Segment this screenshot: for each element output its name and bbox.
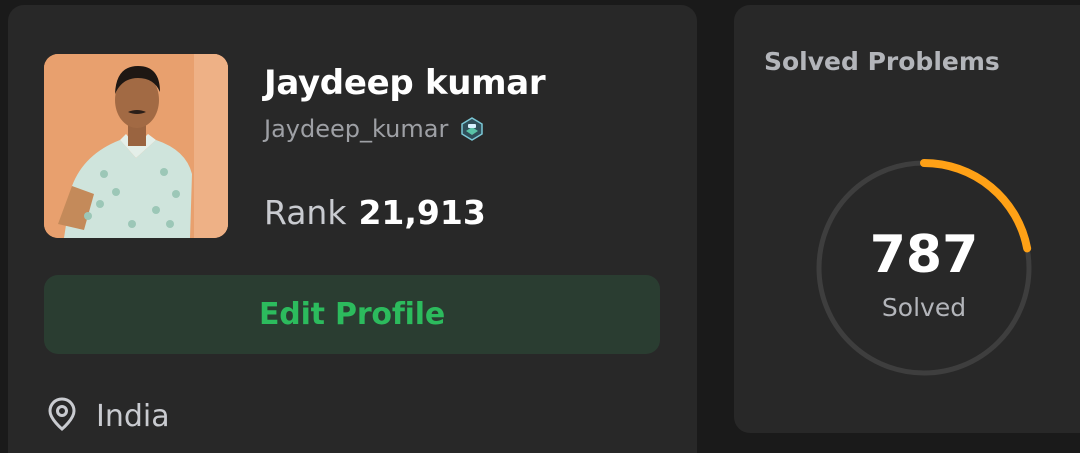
location-text: India: [96, 398, 170, 434]
username-row: Jaydeep_kumar: [264, 115, 486, 143]
profile-card: Jaydeep kumar Jaydeep_kumar Rank 21,913 …: [8, 5, 697, 453]
edit-profile-label: Edit Profile: [259, 297, 445, 332]
location-row: India: [48, 397, 170, 435]
solved-problems-title: Solved Problems: [764, 47, 1000, 76]
solved-problems-card: Solved Problems 787 Solved: [734, 5, 1080, 433]
rank-row: Rank 21,913: [264, 193, 486, 232]
solved-label: Solved: [881, 293, 967, 322]
solved-progress-ring[interactable]: 787 Solved: [809, 153, 1039, 383]
avatar[interactable]: [44, 54, 228, 238]
edit-profile-button[interactable]: Edit Profile: [44, 275, 660, 354]
profile-name: Jaydeep kumar: [264, 63, 546, 103]
profile-username: Jaydeep_kumar: [264, 115, 449, 143]
solved-count: 787: [869, 225, 979, 285]
rank-label: Rank: [264, 193, 347, 232]
avatar-photo: [44, 54, 228, 238]
badge-icon[interactable]: [458, 115, 486, 143]
rank-value: 21,913: [358, 193, 486, 232]
location-pin-icon: [48, 397, 76, 435]
